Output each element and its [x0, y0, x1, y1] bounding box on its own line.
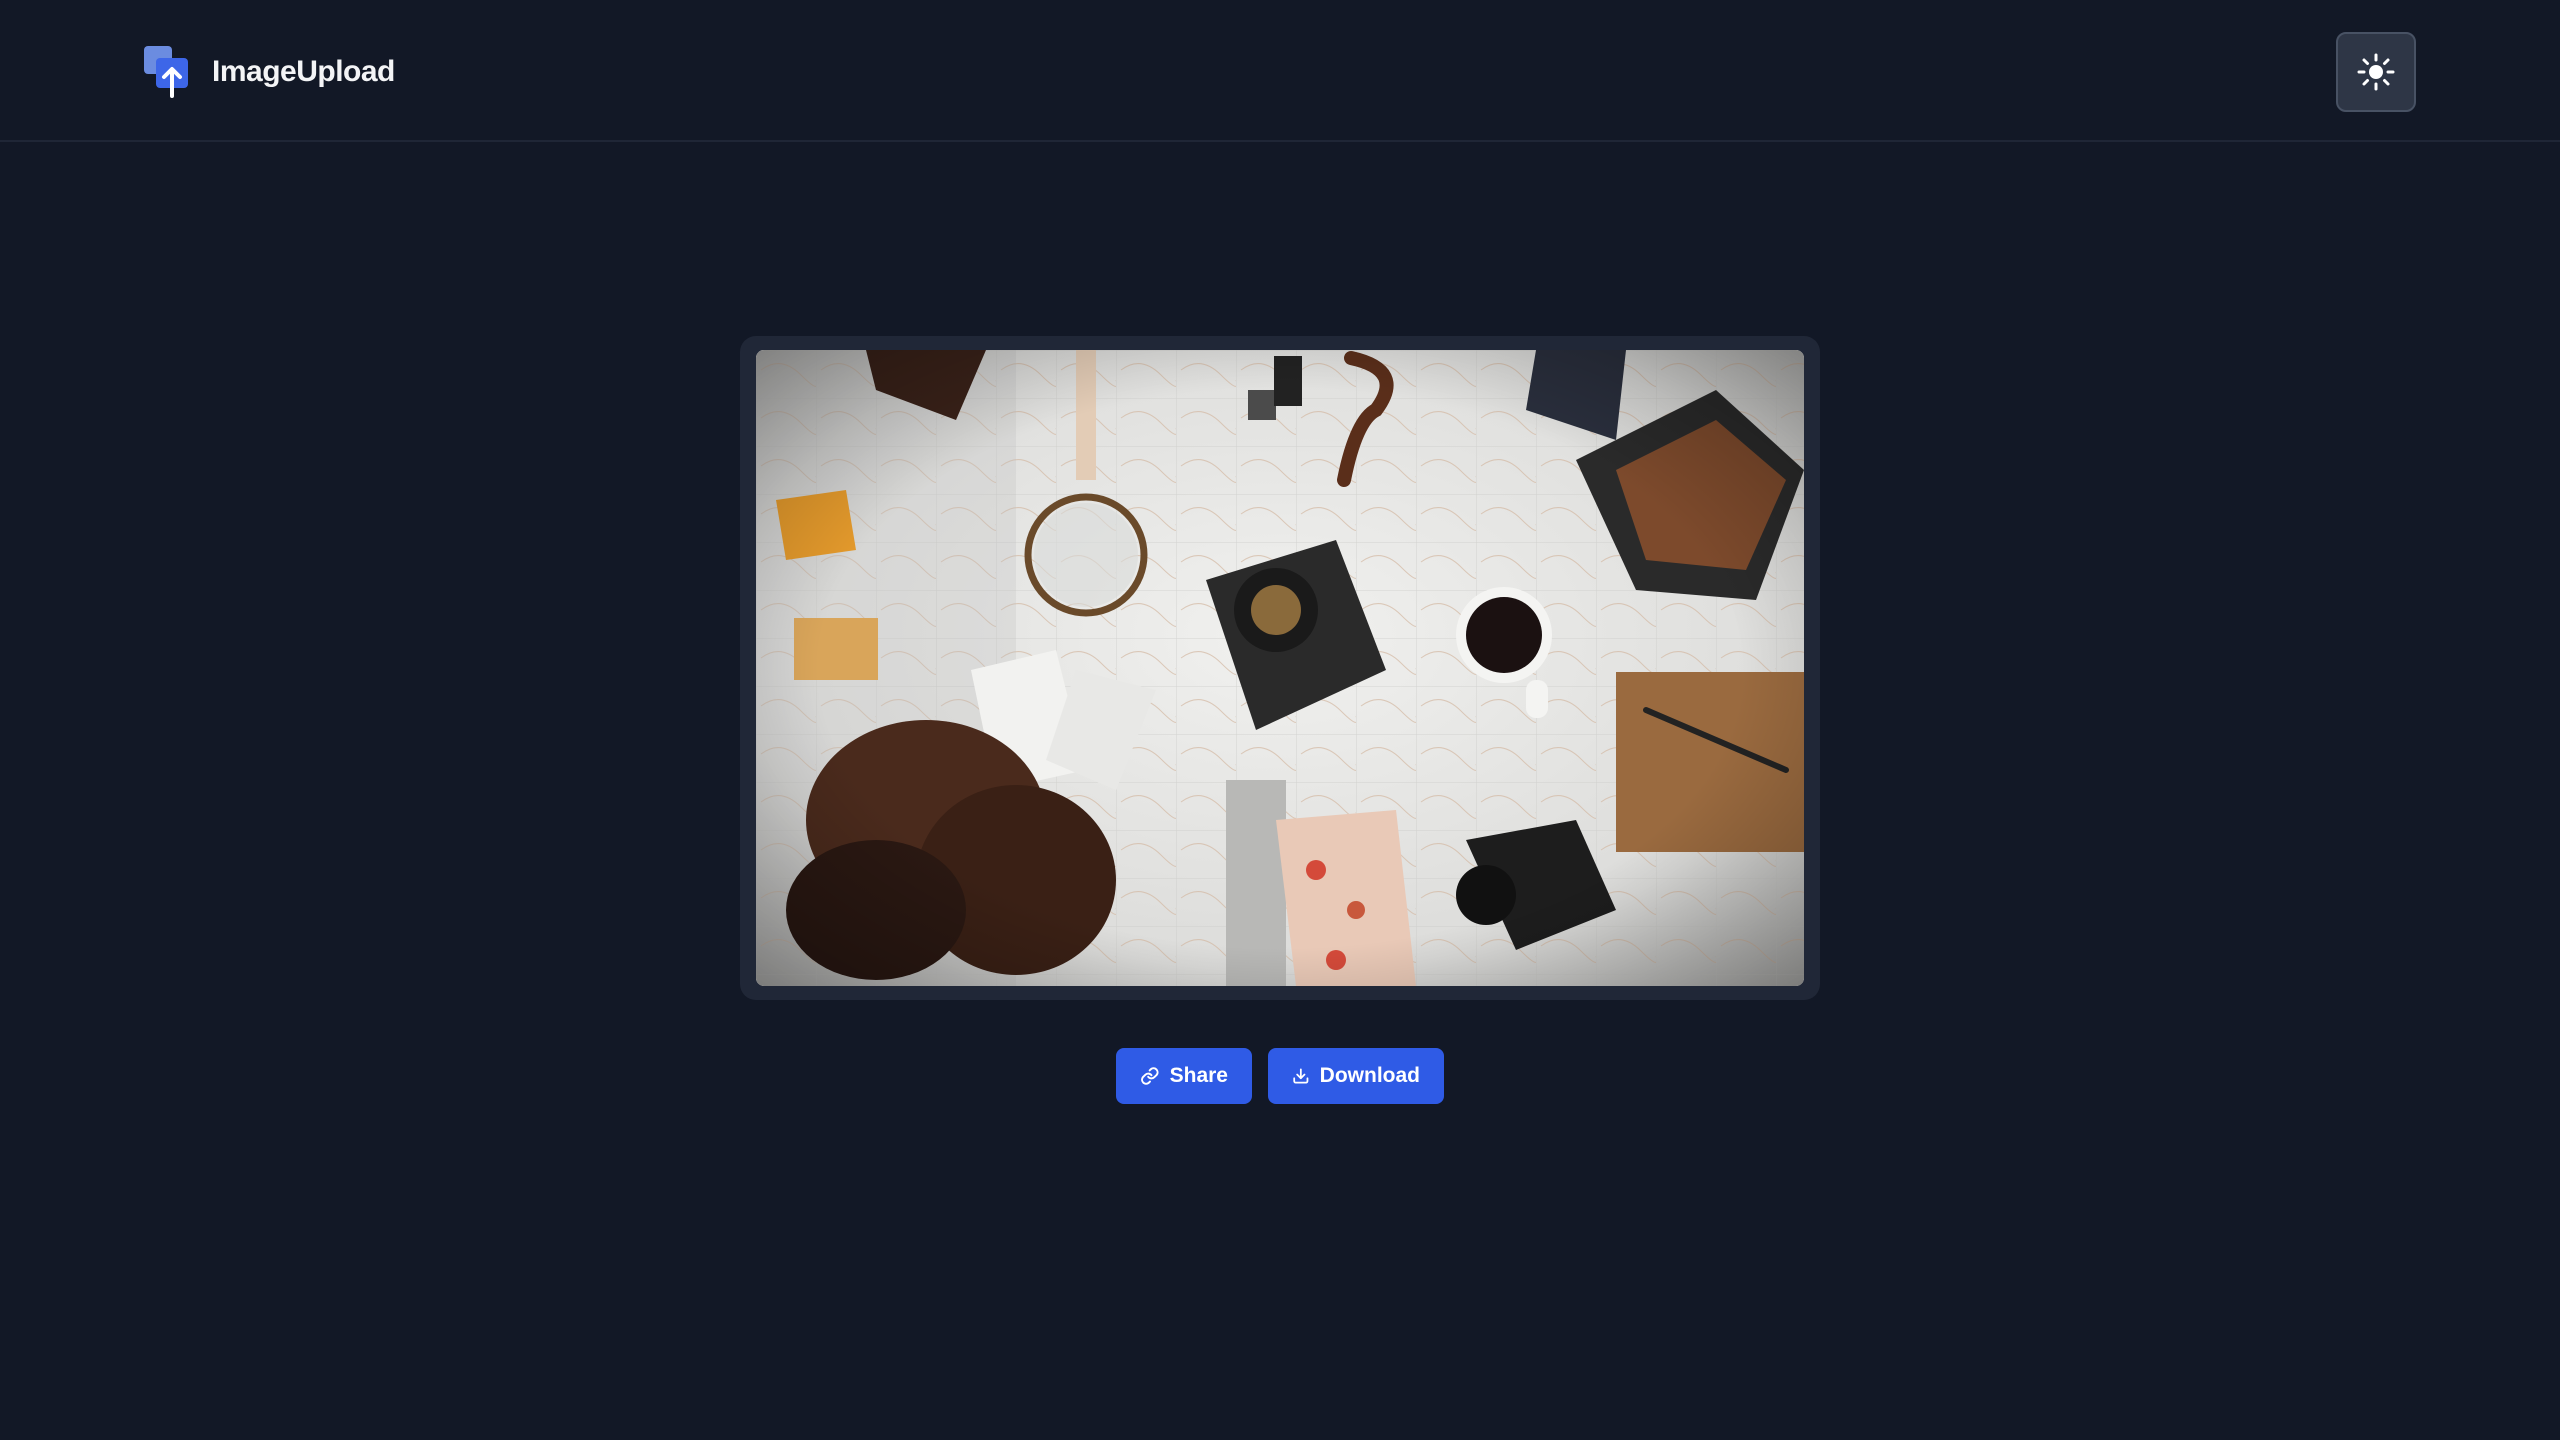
uploaded-photo: [756, 350, 1804, 986]
image-actions: Share Download: [1116, 1048, 1444, 1104]
sun-icon: [2357, 53, 2395, 91]
share-label: Share: [1169, 1064, 1228, 1087]
image-frame: [740, 336, 1820, 1000]
brand[interactable]: ImageUpload: [142, 44, 395, 100]
download-label: Download: [1319, 1064, 1420, 1087]
download-icon: [1293, 1068, 1309, 1084]
app-header: ImageUpload: [0, 0, 2560, 142]
brand-name: ImageUpload: [212, 55, 395, 88]
share-button[interactable]: Share: [1116, 1048, 1252, 1104]
theme-toggle-button[interactable]: [2336, 32, 2416, 112]
link-icon: [1141, 1067, 1159, 1085]
download-button[interactable]: Download: [1268, 1048, 1444, 1104]
image-upload-logo-icon: [144, 46, 188, 98]
